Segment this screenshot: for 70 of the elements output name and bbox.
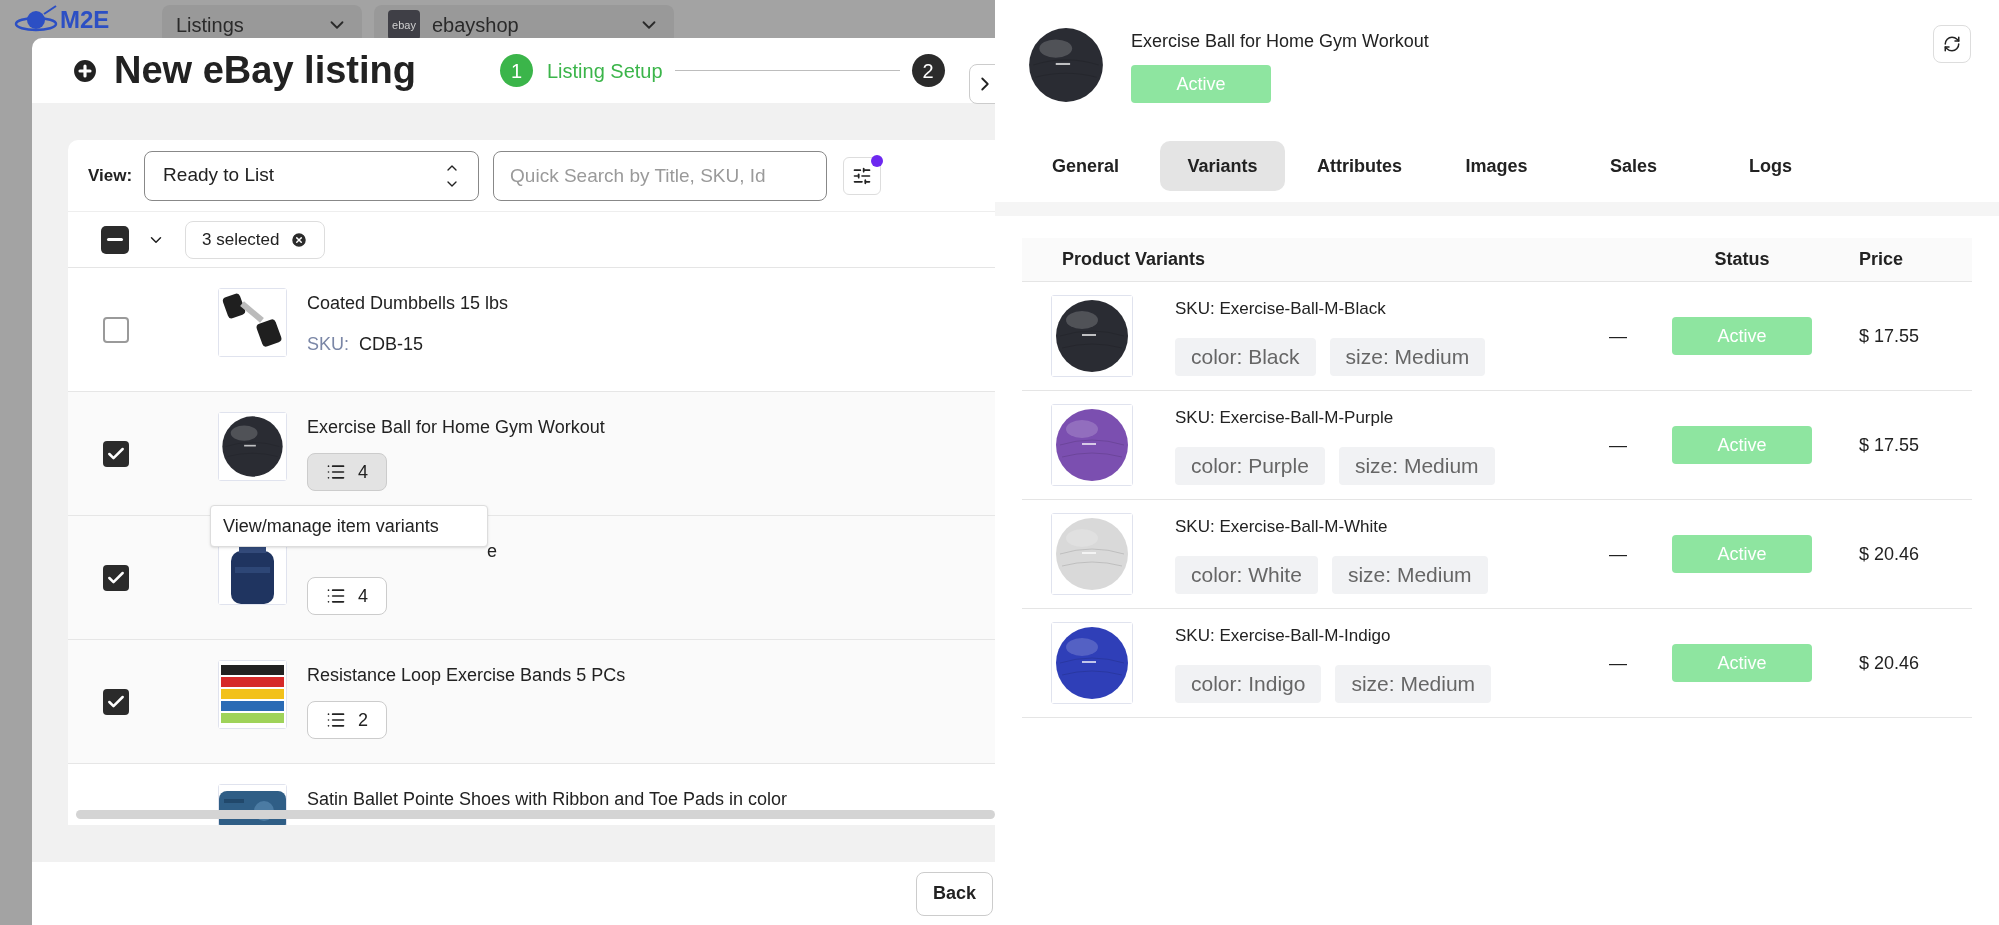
status-badge: Active — [1672, 317, 1812, 355]
tab[interactable]: Variants — [1160, 141, 1285, 191]
modal-title: New eBay listing — [114, 48, 416, 93]
step-number: 1 — [500, 54, 533, 87]
status-badge: Active — [1131, 65, 1271, 103]
minus-icon — [107, 238, 123, 241]
step-number: 2 — [911, 54, 945, 87]
table-cell-text: — — [1608, 542, 1628, 566]
option-tag: size: Medium — [1329, 337, 1486, 376]
collapse-panel-button[interactable] — [969, 64, 995, 104]
product-title: Satin Ballet Pointe Shoes with Ribbon and Toe Pads in color — [307, 788, 787, 811]
refresh-button[interactable] — [1933, 25, 1971, 63]
variant-sku: SKU: Exercise-Ball-M-Purple — [1175, 407, 1394, 430]
refresh-icon — [1943, 35, 1961, 53]
option-tag: color: White — [1175, 555, 1318, 594]
option-tag: color: Indigo — [1175, 664, 1322, 703]
table-cell-text: — — [1608, 324, 1628, 348]
clear-icon — [289, 230, 308, 249]
list-icon — [326, 586, 346, 606]
product-title: Coated Dumbbells 15 lbs — [307, 292, 509, 315]
option-tag: size: Medium — [1331, 555, 1488, 594]
option-tag: size: Medium — [1335, 664, 1492, 703]
status-badge: Active — [1672, 535, 1812, 573]
variants-button[interactable]: 4 — [307, 453, 387, 491]
variant-sku: SKU: Exercise-Ball-M-Black — [1175, 298, 1386, 321]
filter-button[interactable] — [843, 156, 882, 195]
selection-chip[interactable]: 3 selected — [185, 220, 325, 259]
status-badge: Active — [1672, 644, 1812, 682]
step-label: Listing Setup — [547, 58, 663, 84]
panel-title: Exercise Ball for Home Gym Workout — [1131, 30, 1429, 53]
table-cell-text: — — [1608, 433, 1628, 457]
list-icon — [326, 462, 346, 482]
price: $ 17.55 — [1858, 433, 1920, 457]
column-header: Status — [1713, 248, 1771, 271]
price: $ 17.55 — [1858, 324, 1920, 348]
checkbox[interactable] — [103, 440, 129, 467]
view-label: View: — [88, 164, 133, 187]
search-field[interactable]: Quick Search by Title, SKU, Id — [493, 150, 828, 201]
option-tag: color: Purple — [1175, 446, 1325, 485]
store-logo: ebay — [388, 10, 420, 40]
view-select[interactable]: Ready to List — [144, 150, 480, 201]
select-all-checkbox[interactable] — [101, 225, 129, 254]
column-header: Price — [1858, 248, 1904, 271]
product-title: Exercise Ball for Home Gym Workout — [307, 416, 605, 439]
checkbox[interactable] — [103, 316, 129, 343]
option-tag: size: Medium — [1338, 446, 1495, 485]
variant-sku: SKU: Exercise-Ball-M-Indigo — [1175, 625, 1391, 648]
tooltip: View/manage item variants — [210, 505, 488, 547]
variants-button[interactable]: 2 — [307, 701, 387, 739]
price: $ 20.46 — [1858, 542, 1920, 566]
product-title: e — [487, 540, 497, 563]
planet-icon — [14, 4, 60, 34]
checkbox[interactable] — [103, 564, 129, 591]
dropdown-label: ebayshop — [432, 13, 520, 38]
sku-label: SKU: — [307, 333, 349, 356]
column-header: Product Variants — [1061, 248, 1207, 271]
price: $ 20.46 — [1858, 651, 1920, 675]
scrollbar[interactable] — [76, 810, 995, 819]
option-tag: color: Black — [1175, 337, 1316, 376]
sliders-icon — [852, 165, 873, 186]
list-icon — [326, 710, 346, 730]
back-button[interactable]: Back — [915, 871, 993, 916]
variants-button[interactable]: 4 — [307, 577, 387, 615]
status-badge: Active — [1672, 426, 1812, 464]
product-title: Resistance Loop Exercise Bands 5 PCs — [307, 664, 626, 687]
checkbox[interactable] — [103, 688, 129, 715]
variant-sku: SKU: Exercise-Ball-M-White — [1175, 516, 1388, 539]
dropdown-label: Listings — [176, 13, 245, 38]
sku-value: CDB-15 — [359, 333, 424, 356]
table-cell-text: — — [1608, 651, 1628, 675]
